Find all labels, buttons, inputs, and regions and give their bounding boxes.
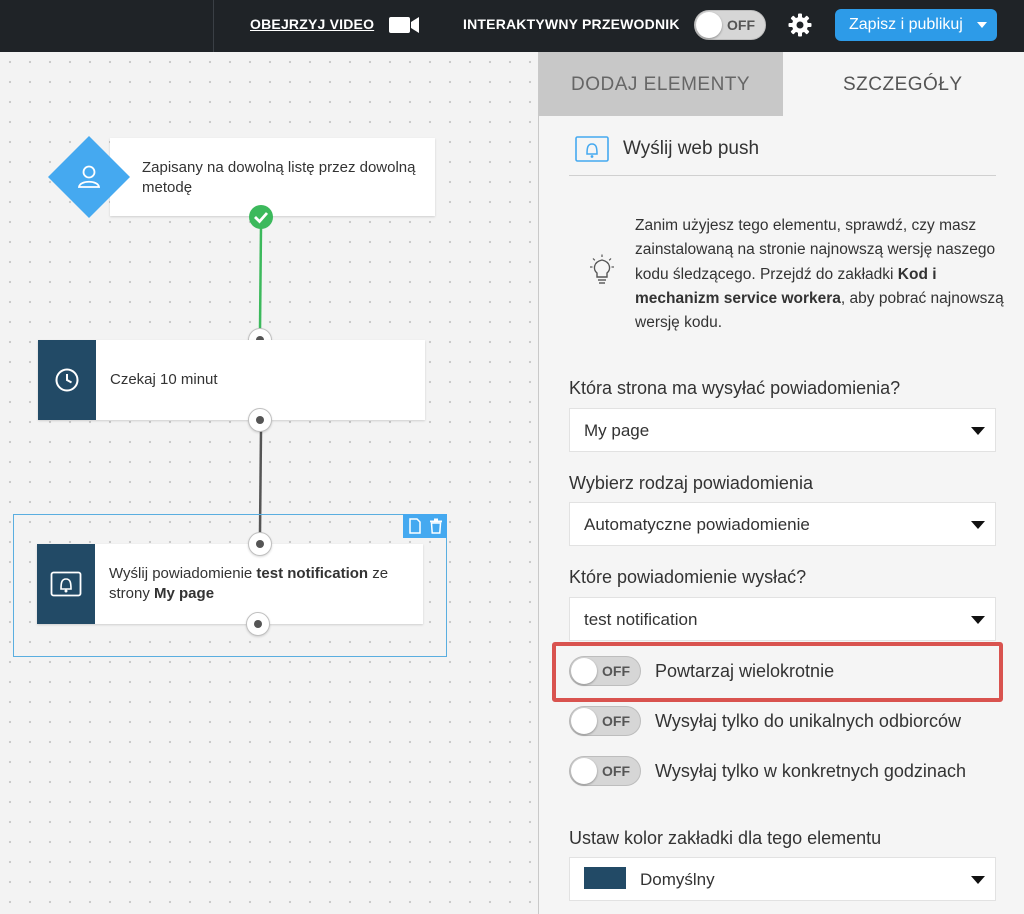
notification-type-value: Automatyczne powiadomienie	[584, 515, 810, 534]
tab-color-label: Ustaw kolor zakładki dla tego elementu	[569, 828, 882, 848]
notification-type-select[interactable]: Automatyczne powiadomienie	[569, 502, 996, 546]
copy-icon[interactable]	[408, 518, 422, 534]
toggle-knob	[571, 758, 597, 784]
site-select[interactable]: My page	[569, 408, 996, 452]
tab-details[interactable]: SZCZEGÓŁY	[783, 52, 1024, 116]
toggle-knob	[696, 12, 722, 38]
web-push-icon	[50, 571, 82, 597]
save-and-publish-button[interactable]: Zapisz i publikuj	[835, 9, 997, 41]
toggle-state-label: OFF	[602, 763, 630, 779]
repeat-option-label: Powtarzaj wielokrotnie	[655, 661, 835, 681]
title-divider	[569, 175, 996, 176]
notification-select[interactable]: test notification	[569, 597, 996, 641]
chevron-down-icon	[971, 616, 985, 624]
toggle-state-label: OFF	[602, 663, 630, 679]
chevron-down-icon	[971, 876, 985, 884]
chevron-down-icon	[971, 521, 985, 529]
send-node-notification-name: test notification	[256, 565, 369, 582]
connector-dot[interactable]	[246, 612, 270, 636]
specific-hours-label: Wysyłaj tylko w konkretnych godzinach	[655, 761, 966, 781]
unique-recipients-toggle[interactable]: OFF	[569, 706, 641, 736]
toggle-state-label: OFF	[727, 17, 755, 33]
toggle-knob	[571, 658, 597, 684]
unique-recipients-label: Wysyłaj tylko do unikalnych odbiorców	[655, 711, 961, 731]
specific-hours-toggle[interactable]: OFF	[569, 756, 641, 786]
send-node-text-prefix: Wyślij powiadomienie	[109, 565, 257, 582]
tab-details-label: SZCZEGÓŁY	[843, 74, 963, 95]
web-push-icon	[575, 136, 609, 162]
node-tools	[403, 514, 447, 538]
clock-icon	[55, 368, 79, 392]
connector-dot[interactable]	[248, 532, 272, 556]
connector-dot[interactable]	[248, 408, 272, 432]
publish-button-label: Zapisz i publikuj	[849, 16, 963, 33]
tab-color-value: Domyślny	[640, 870, 715, 889]
toggle-state-label: OFF	[602, 713, 630, 729]
site-select-value: My page	[584, 421, 650, 440]
toggle-knob	[571, 708, 597, 734]
notification-type-label: Wybierz rodzaj powiadomienia	[569, 473, 813, 493]
info-text-part1: Zanim użyjesz tego elementu, sprawdź, cz…	[635, 217, 996, 283]
send-notification-node[interactable]: Wyślij powiadomienie test notification z…	[37, 544, 423, 624]
tab-color-select[interactable]: Domyślny	[569, 857, 996, 901]
tab-add-elements[interactable]: DODAJ ELEMENTY	[539, 52, 783, 116]
notification-select-label: Które powiadomienie wysłać?	[569, 567, 807, 587]
trigger-node-text: Zapisany na dowolną listę przez dowolną …	[142, 159, 416, 196]
wait-node-text: Czekaj 10 minut	[110, 371, 218, 388]
interactive-guide-toggle[interactable]: OFF	[694, 10, 766, 40]
send-node-page-name: My page	[154, 585, 215, 602]
lightbulb-icon	[590, 254, 614, 284]
trash-icon[interactable]	[429, 518, 443, 534]
chevron-down-icon[interactable]	[977, 22, 987, 28]
details-panel: DODAJ ELEMENTY SZCZEGÓŁY Wyślij web push…	[538, 52, 1024, 914]
notification-select-value: test notification	[584, 610, 698, 629]
check-circle-icon	[249, 205, 273, 229]
site-select-label: Która strona ma wysyłać powiadomienia?	[569, 378, 901, 398]
repeat-toggle[interactable]: OFF	[569, 656, 641, 686]
element-title: Wyślij web push	[623, 138, 760, 159]
chevron-down-icon	[971, 427, 985, 435]
send-node-text: Wyślij powiadomienie test notification z…	[109, 564, 414, 604]
tracking-code-info: Zanim użyjesz tego elementu, sprawdź, cz…	[635, 214, 1005, 335]
color-swatch	[584, 867, 626, 889]
wait-node[interactable]: Czekaj 10 minut	[38, 340, 425, 420]
tab-add-elements-label: DODAJ ELEMENTY	[571, 74, 751, 95]
user-icon	[77, 165, 101, 188]
gear-icon[interactable]	[787, 12, 813, 38]
